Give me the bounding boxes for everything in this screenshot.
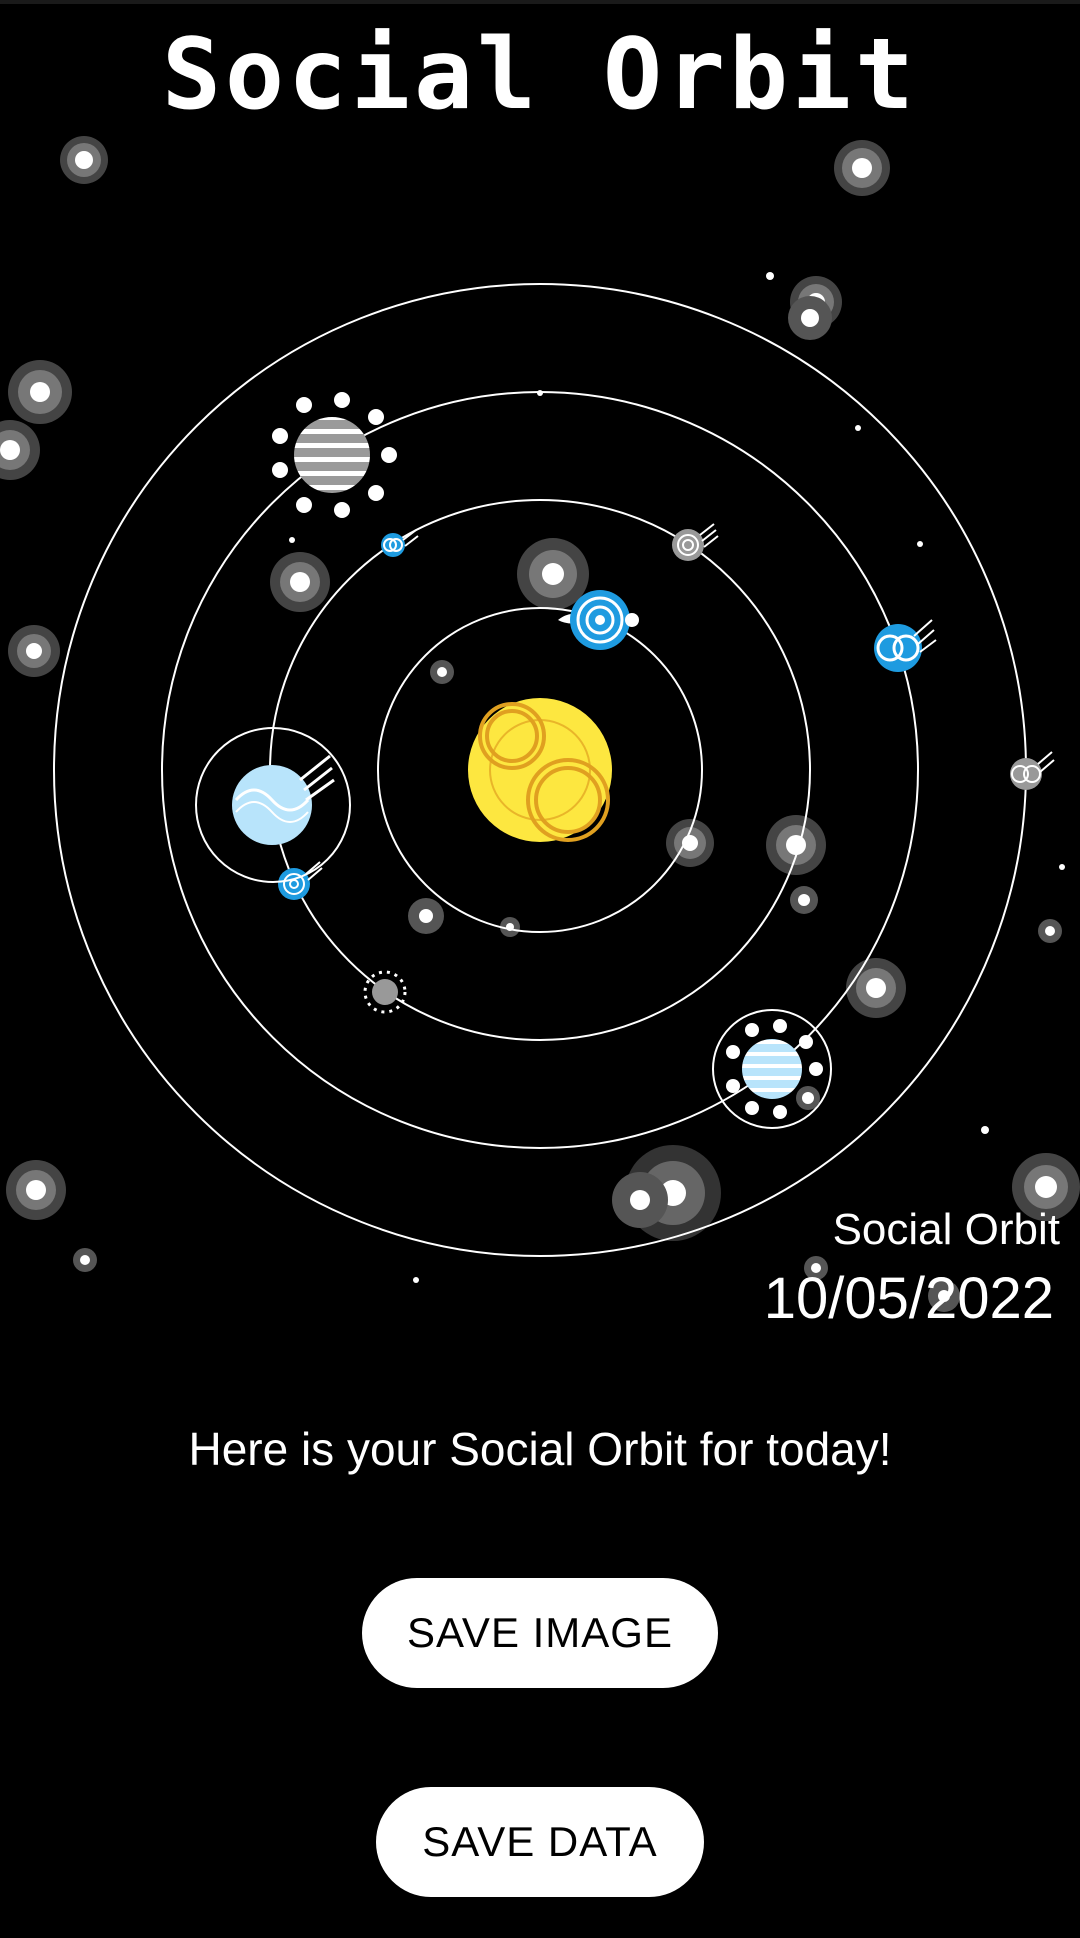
artwork-date: 10/05/2022 — [763, 1266, 1054, 1331]
save-data-button[interactable]: SAVE DATA — [376, 1787, 704, 1897]
star — [1059, 864, 1065, 870]
star — [1038, 919, 1062, 943]
star — [8, 360, 72, 424]
star — [517, 538, 589, 610]
star — [846, 958, 906, 1018]
star — [408, 898, 444, 934]
star — [270, 552, 330, 612]
small-blue-planet — [381, 529, 419, 557]
star — [0, 420, 40, 480]
star — [788, 296, 832, 340]
gray-venn-planet — [1010, 751, 1055, 790]
small-gray-planet — [672, 523, 719, 561]
striped-gray-planet — [272, 392, 397, 518]
star — [8, 625, 60, 677]
star — [6, 1160, 66, 1220]
daily-message: Here is your Social Orbit for today! — [188, 1423, 892, 1475]
dotted-gray-planet — [363, 970, 407, 1014]
star — [289, 537, 295, 543]
star — [855, 425, 861, 431]
striped-blue-planet — [712, 1009, 832, 1129]
save-image-button[interactable]: SAVE IMAGE — [362, 1578, 718, 1688]
star — [612, 1172, 668, 1228]
star — [430, 660, 454, 684]
artwork-watermark-name: Social Orbit — [832, 1205, 1060, 1254]
star — [666, 819, 714, 867]
star — [60, 136, 108, 184]
star — [790, 886, 818, 914]
orbit-dot — [507, 924, 513, 930]
orbit-dot — [537, 390, 543, 396]
star — [981, 1126, 989, 1134]
star — [766, 272, 774, 280]
sun — [468, 698, 612, 842]
star — [766, 815, 826, 875]
star — [834, 140, 890, 196]
star — [73, 1248, 97, 1272]
star — [917, 541, 923, 547]
light-blue-wave-planet — [195, 727, 351, 883]
star — [413, 1277, 419, 1283]
blue-venn-planet — [874, 619, 937, 672]
orbit-artwork — [0, 136, 1080, 1312]
